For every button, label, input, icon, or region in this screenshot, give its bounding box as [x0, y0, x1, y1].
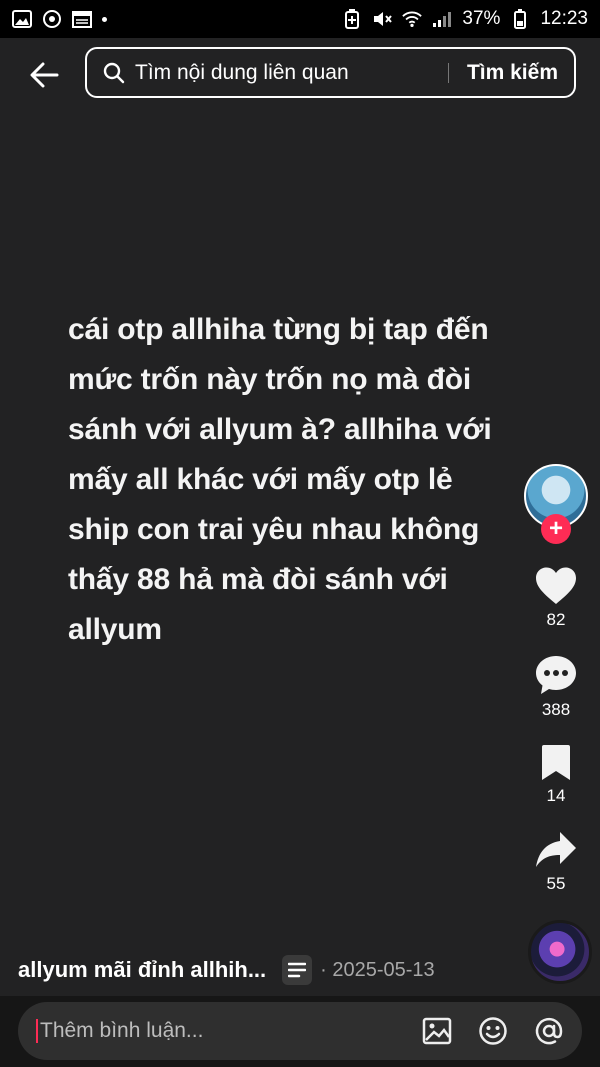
search-input[interactable]: Tìm nội dung liên quan [135, 61, 430, 85]
comment-icon [536, 656, 576, 694]
search-button[interactable]: Tìm kiếm [467, 61, 558, 85]
comment-input[interactable]: Thêm bình luận... [18, 1002, 582, 1060]
battery-icon [510, 9, 530, 29]
heart-icon [536, 567, 576, 604]
save-count: 14 [546, 786, 566, 805]
clock: 12:23 [540, 8, 588, 29]
status-bar: 37% 12:23 [0, 0, 600, 38]
post-text: cái otp allhiha từng bị tap đến mức trốn… [68, 313, 492, 646]
image-icon[interactable] [420, 1014, 454, 1048]
share-icon [536, 832, 576, 867]
comment-count: 388 [541, 700, 571, 719]
playlist-icon[interactable] [282, 955, 313, 985]
follow-button[interactable]: + [541, 514, 571, 544]
bookmark-icon [542, 745, 570, 780]
gallery-icon [12, 9, 32, 29]
share-button[interactable]: 55 [520, 830, 592, 894]
share-count: 55 [546, 874, 566, 893]
like-button[interactable]: 82 [520, 566, 592, 630]
emoji-icon[interactable] [476, 1014, 510, 1048]
battery-saver-icon [342, 9, 362, 29]
mention-icon[interactable] [532, 1014, 566, 1048]
search-icon [103, 62, 125, 83]
back-button[interactable] [24, 55, 64, 95]
arrow-left-icon [30, 62, 59, 88]
search-divider [447, 62, 449, 83]
like-count: 82 [546, 610, 566, 629]
search-bar[interactable]: Tìm nội dung liên quan Tìm kiếm [85, 47, 576, 98]
author-name[interactable]: allyum mãi đỉnh allhih... [18, 957, 266, 983]
wifi-icon [402, 9, 423, 29]
mute-icon [372, 9, 393, 29]
comment-placeholder: Thêm bình luận... [40, 1019, 204, 1042]
post-date: · 2025-05-13 [320, 958, 435, 981]
battery-percent: 37% [462, 8, 501, 29]
comment-bar: Thêm bình luận... [0, 996, 600, 1067]
signal-icon [432, 9, 452, 29]
calendar-icon [72, 9, 92, 29]
sync-icon [42, 9, 62, 29]
text-caret [36, 1019, 38, 1043]
comment-button[interactable]: 388 [520, 654, 592, 720]
save-button[interactable]: 14 [520, 744, 592, 806]
music-disc[interactable] [528, 920, 592, 984]
notification-dot [102, 16, 107, 22]
caption-row: allyum mãi đỉnh allhih... · 2025-05-13 [18, 950, 518, 990]
